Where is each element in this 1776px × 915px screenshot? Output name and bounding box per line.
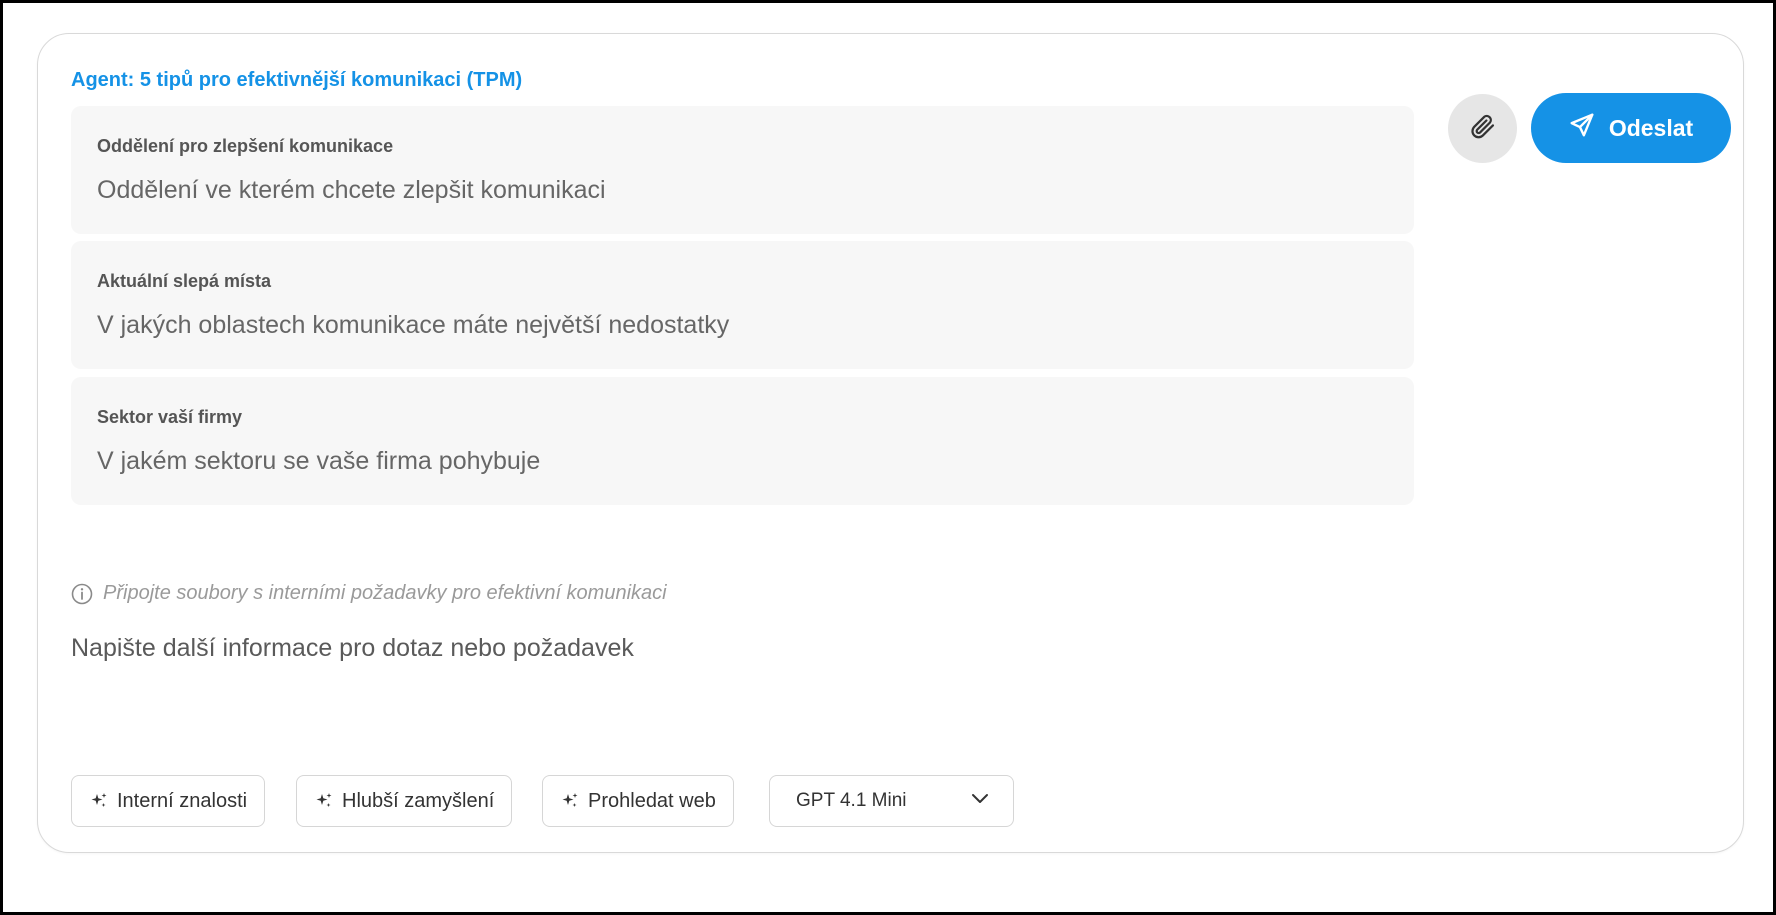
department-input[interactable]: [97, 176, 1377, 205]
sparkle-icon: [91, 793, 107, 807]
chip-label: Hlubší zamyšlení: [342, 789, 495, 812]
field-sector: Sektor vaší firmy: [71, 377, 1414, 505]
send-label: Odeslat: [1608, 114, 1694, 141]
sector-input[interactable]: [97, 447, 1377, 476]
chip-deeper-thinking[interactable]: Hlubší zamyšlení: [296, 775, 513, 827]
field-blind-spots: Aktuální slepá místa: [71, 241, 1414, 369]
sparkle-icon: [316, 793, 332, 807]
model-selected-value: GPT 4.1 Mini: [796, 790, 907, 811]
field-label-department: Oddělení pro zlepšení komunikace: [97, 136, 394, 156]
agent-title: Agent: 5 tipů pro efektivnější komunikac…: [71, 69, 523, 91]
field-department: Oddělení pro zlepšení komunikace: [71, 106, 1414, 234]
model-select[interactable]: GPT 4.1 Mini: [769, 775, 1014, 827]
agent-form-card: Agent: 5 tipů pro efektivnější komunikac…: [37, 33, 1744, 853]
attach-button[interactable]: [1448, 94, 1517, 163]
blind-spots-input[interactable]: [97, 311, 1377, 340]
chip-internal-knowledge[interactable]: Interní znalosti: [71, 775, 266, 827]
field-label-sector: Sektor vaší firmy: [97, 407, 243, 427]
chevron-down-icon: [969, 787, 991, 815]
send-button[interactable]: Odeslat: [1531, 93, 1731, 163]
chip-label: Prohledat web: [588, 789, 716, 812]
hint-text: Připojte soubory s interními požadavky p…: [103, 582, 667, 604]
info-icon: [71, 583, 93, 605]
sparkle-icon: [562, 793, 578, 807]
chip-label: Interní znalosti: [117, 789, 248, 812]
chip-search-web[interactable]: Prohledat web: [542, 775, 734, 827]
screen-frame: Agent: 5 tipů pro efektivnější komunikac…: [0, 0, 1776, 915]
attachment-hint: Připojte soubory s interními požadavky p…: [71, 582, 667, 605]
send-icon: [1569, 112, 1595, 144]
extra-info-input[interactable]: [71, 634, 1391, 663]
paperclip-icon: [1469, 112, 1497, 145]
field-label-blind-spots: Aktuální slepá místa: [97, 271, 272, 291]
